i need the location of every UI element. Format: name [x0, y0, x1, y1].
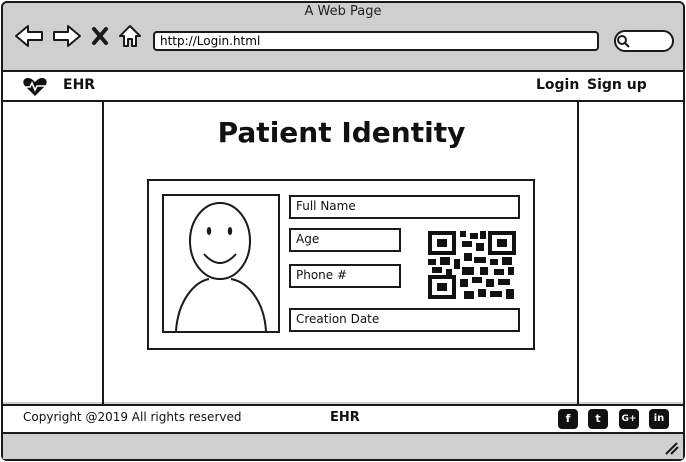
avatar-icon: [175, 202, 267, 331]
resize-grip-icon[interactable]: [664, 441, 680, 455]
copyright-text: Copyright @2019 All rights reserved: [23, 410, 242, 424]
window-title: A Web Page: [304, 4, 382, 19]
qr-code-icon: [428, 231, 516, 299]
signup-link[interactable]: Sign up: [587, 77, 647, 93]
left-column-divider: [102, 102, 104, 404]
brand-name[interactable]: EHR: [63, 77, 95, 93]
age-field[interactable]: Age: [289, 228, 401, 252]
arrow-right-icon[interactable]: [50, 24, 82, 48]
close-icon[interactable]: [91, 26, 109, 46]
status-bar: [3, 434, 683, 459]
footer-brand: EHR: [330, 410, 360, 425]
arrow-left-icon[interactable]: [14, 24, 46, 48]
home-icon[interactable]: [117, 23, 143, 49]
full-name-field[interactable]: Full Name: [289, 195, 520, 219]
heart-pulse-icon: [23, 78, 47, 96]
twitter-icon[interactable]: t: [588, 409, 608, 429]
search-icon: [617, 35, 630, 48]
creation-date-field[interactable]: Creation Date: [289, 308, 520, 332]
facebook-icon[interactable]: f: [558, 409, 578, 429]
page-title: Patient Identity: [217, 116, 466, 149]
linkedin-icon[interactable]: in: [649, 409, 669, 429]
login-link[interactable]: Login: [536, 77, 579, 93]
browser-window: A Web Page http://Login.html EHR Login S…: [0, 0, 686, 462]
phone-field[interactable]: Phone #: [289, 264, 401, 288]
google-plus-icon[interactable]: G+: [619, 409, 639, 429]
address-bar[interactable]: http://Login.html: [153, 31, 599, 51]
top-navbar: [3, 70, 683, 102]
